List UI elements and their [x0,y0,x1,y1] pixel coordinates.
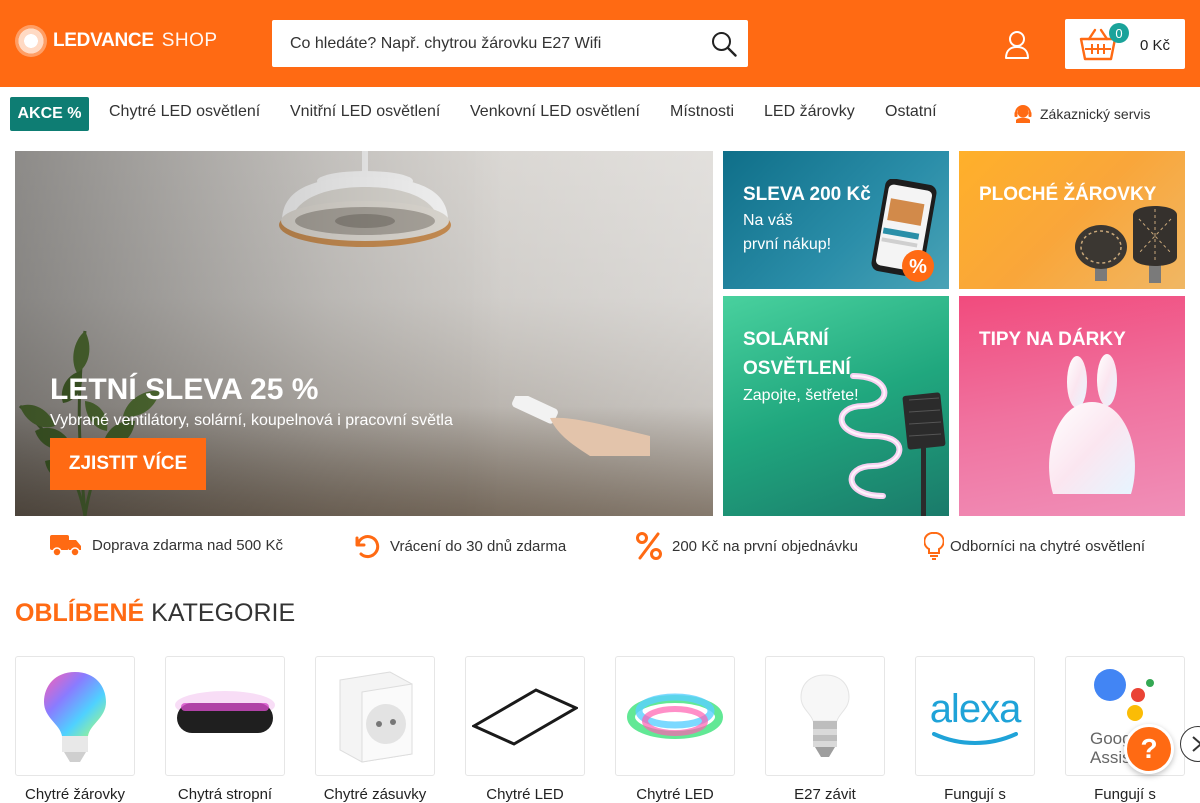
category-label: Chytré žárovky [24,786,126,803]
ceiling-light-image [175,691,275,733]
category-label: Fungují s [944,786,1006,803]
category-label: Chytrá stropní [177,786,273,803]
chevron-right-icon [1192,736,1200,752]
nav-item-indoor-led[interactable]: Vnitřní LED osvětlení [290,103,440,121]
logo-brand-text: LEDVANCE [53,30,154,51]
nav-item-outdoor-led[interactable]: Venkovní LED osvětlení [470,103,640,121]
customer-service-label: Zákaznický servis [1040,106,1151,122]
phone-icon: % [871,179,937,282]
category-label: Chytré LED [636,786,714,803]
site-header: LEDVANCE SHOP 0 0 Kč [0,0,1200,87]
return-icon [355,535,380,559]
promo-tile-title: SLEVA 200 Kč [743,184,871,205]
bulb-icon [924,532,944,560]
nav-akce-button[interactable]: AKCE % [10,97,89,131]
promo-tile-subtitle-line1: Na váš [743,212,793,229]
ledvance-logo[interactable]: LEDVANCE SHOP [15,24,218,58]
hero-banner[interactable]: LETNÍ SLEVA 25 % Vybrané ventilátory, so… [15,151,713,516]
alexa-logo-text: alexa [929,686,1022,731]
promo-tile-discount[interactable]: SLEVA 200 Kč Na váš první nákup! % [723,151,949,289]
alexa-smile-icon [932,731,1018,745]
alexa-logo: alexa [930,687,1021,746]
usp-text: Vrácení do 30 dnů zdarma [390,537,567,555]
popular-categories-heading: OBLÍBENÉ KATEGORIE [15,599,295,628]
category-label: Chytré zásuvky [323,786,427,803]
hero-title: LETNÍ SLEVA 25 % [50,373,319,406]
category-card-smart-plugs[interactable]: Chytré zásuvky [315,656,435,803]
hero-cta-button[interactable]: ZJISTIT VÍCE [50,438,206,490]
promo-tile-gifts[interactable]: TIPY NA DÁRKY [959,296,1185,516]
usp-free-returns: Vrácení do 30 dnů zdarma [352,532,566,560]
nav-item-other[interactable]: Ostatní [885,103,937,121]
search-input[interactable] [290,23,700,64]
nav-item-smart-led[interactable]: Chytré LED osvětlení [109,103,260,121]
headset-icon [1014,105,1032,123]
category-card-smart-led-strips[interactable]: Chytré LED [615,656,735,803]
category-label: Fungují s [1094,786,1156,803]
promo-tile-subtitle-line2: první nákup! [743,236,832,253]
smart-plug-image [339,671,413,763]
usp-text: Doprava zdarma nad 500 Kč [92,536,283,554]
usp-experts: Odborníci na chytré osvětlení [924,532,1145,560]
percent-icon [636,532,662,560]
usp-free-shipping: Doprava zdarma nad 500 Kč [50,532,283,558]
promo-tile-solar[interactable]: SOLÁRNÍ OSVĚTLENÍ Zapojte, šetřete! [723,296,949,516]
category-card-works-with-alexa[interactable]: alexa Fungují s [915,656,1035,803]
category-label: E27 závit [794,786,856,803]
category-card-e27[interactable]: E27 závit [765,656,885,803]
cart-count-badge: 0 [1109,23,1129,43]
promo-tile-flat-bulbs[interactable]: PLOCHÉ ŽÁROVKY [959,151,1185,289]
truck-icon [50,535,81,557]
main-navigation: AKCE % Chytré LED osvětlení Vnitřní LED … [0,87,1200,141]
cart-button[interactable]: 0 0 Kč [1065,19,1185,69]
category-card-smart-led-panels[interactable]: Chytré LED [465,656,585,803]
category-card-smart-ceiling[interactable]: Chytrá stropní [165,656,285,803]
led-strip-image [627,693,723,739]
led-panel-image [472,688,578,746]
user-icon [1005,31,1029,59]
cart-total: 0 Kč [1139,37,1170,54]
heading-accent: OBLÍBENÉ [15,599,145,627]
category-label: Chytré LED [486,786,564,803]
nav-item-rooms[interactable]: Místnosti [670,103,734,121]
heading-rest: KATEGORIE [151,599,296,627]
bunny-lamp-image [1049,354,1135,494]
usp-first-order-discount: 200 Kč na první objednávku [636,532,858,560]
category-card-works-with-google[interactable]: Google Assistant Fungují s [1065,656,1185,803]
search-button[interactable] [710,30,738,58]
svg-text:%: % [909,256,927,278]
flat-bulbs-image [1075,206,1177,283]
category-card-smart-bulbs[interactable]: Chytré žárovky [15,656,135,803]
ledvance-logo-mark [15,25,47,57]
promo-tile-title: TIPY NA DÁRKY [979,329,1126,350]
promo-tile-title-line1: SOLÁRNÍ [743,329,829,350]
usp-text: 200 Kč na první objednávku [672,537,858,555]
account-button[interactable] [1003,30,1031,60]
search-box [272,20,748,67]
smart-bulb-image [44,672,106,762]
help-button[interactable]: ? [1124,724,1174,774]
search-icon [712,32,737,57]
hero-subtitle: Vybrané ventilátory, solární, koupelnová… [50,412,453,429]
logo-shop-text: SHOP [161,30,218,51]
solar-light-image [838,373,946,516]
e27-bulb-image [800,674,850,757]
usp-text: Odborníci na chytré osvětlení [950,537,1146,555]
nav-item-led-bulbs[interactable]: LED žárovky [764,103,855,121]
customer-service-link[interactable]: Zákaznický servis [1014,104,1150,124]
